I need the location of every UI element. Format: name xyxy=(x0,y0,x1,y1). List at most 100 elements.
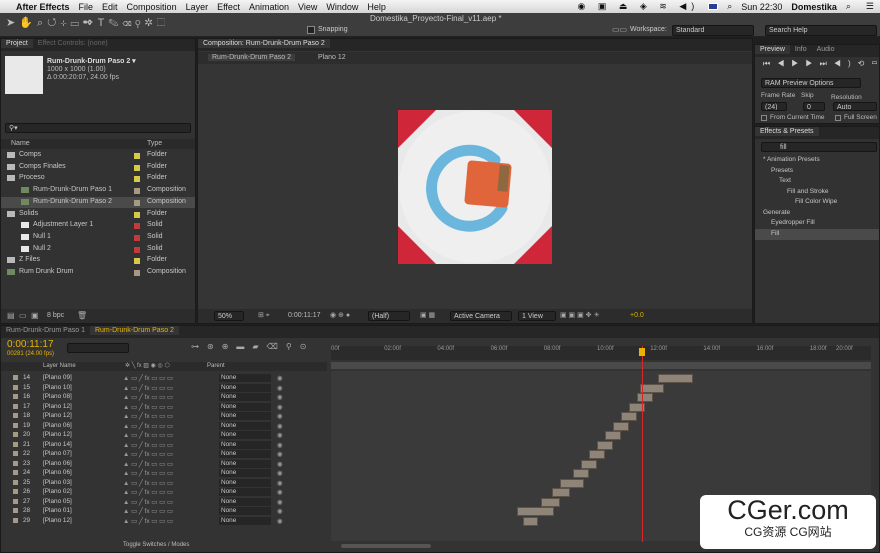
playhead-marker-icon[interactable] xyxy=(639,348,646,356)
layer-duration-bar[interactable] xyxy=(581,459,597,469)
layer-switches[interactable]: ▲ ▭ ╱ fx ▭ ▭ ▭ xyxy=(123,422,173,430)
visibility-eye-icon[interactable]: ◉ xyxy=(277,422,283,430)
layer-name[interactable]: [Plano 01] xyxy=(43,507,72,514)
visibility-eye-icon[interactable]: ◉ xyxy=(277,488,283,496)
timeline-zoom-slider[interactable] xyxy=(341,544,431,548)
views-select[interactable]: 1 View xyxy=(518,311,556,321)
visibility-eye-icon[interactable]: ◉ xyxy=(277,374,283,382)
label-color-swatch[interactable] xyxy=(134,199,140,206)
layer-switches[interactable]: ▲ ▭ ╱ fx ▭ ▭ ▭ xyxy=(123,517,173,525)
layer-switches[interactable]: ▲ ▭ ╱ fx ▭ ▭ ▭ xyxy=(123,507,173,515)
list-icon[interactable]: ☰ xyxy=(866,1,874,12)
label-color-swatch[interactable] xyxy=(134,188,140,195)
project-search-input[interactable]: ⚲▾ xyxy=(5,123,191,133)
comp-viewer[interactable] xyxy=(398,110,552,264)
tab-composition[interactable]: Composition: Rum-Drunk-Drum Paso 2 xyxy=(198,39,330,48)
layer-row[interactable]: 17 [Plano 12] ▲ ▭ ╱ fx ▭ ▭ ▭ None ◉ xyxy=(1,402,327,411)
layer-name[interactable]: [Plano 03] xyxy=(43,479,72,486)
layer-duration-bar[interactable] xyxy=(612,421,629,431)
layer-row[interactable]: 22 [Plano 07] ▲ ▭ ╱ fx ▭ ▭ ▭ None ◉ xyxy=(1,449,327,458)
layer-name[interactable]: [Plano 12] xyxy=(43,412,72,419)
layer-name[interactable]: [Plano 08] xyxy=(43,393,72,400)
view-icons[interactable]: ▣ ▣ ▣ ✥ ☀ xyxy=(560,311,600,319)
visibility-eye-icon[interactable]: ◉ xyxy=(277,384,283,392)
layer-duration-bar[interactable] xyxy=(573,469,590,478)
tab-audio[interactable]: Audio xyxy=(812,45,840,54)
camera-select[interactable]: Active Camera xyxy=(450,311,512,321)
layer-row[interactable]: 28 [Plano 01] ▲ ▭ ╱ fx ▭ ▭ ▭ None ◉ xyxy=(1,506,327,515)
crumb-plano[interactable]: Plano 12 xyxy=(318,54,346,61)
effects-search-input[interactable]: fill xyxy=(761,142,877,152)
layer-switches[interactable]: ▲ ▭ ╱ fx ▭ ▭ ▭ xyxy=(123,450,173,458)
ram-preview-options[interactable]: RAM Preview Options xyxy=(761,78,861,88)
layer-color-swatch[interactable] xyxy=(13,413,18,418)
new-comp-icon[interactable]: ▣ xyxy=(31,311,39,320)
parent-select[interactable]: None xyxy=(219,450,271,458)
tab-info[interactable]: Info xyxy=(790,45,812,54)
timeline-search-input[interactable] xyxy=(67,343,129,353)
layer-duration-bar[interactable] xyxy=(604,431,621,440)
project-item[interactable]: Rum-Drunk-Drum Paso 2 Composition xyxy=(1,196,195,209)
time-ruler[interactable]: 00f 02:00f 04:00f 06:00f 08:00f 10:00f 12:00f 1… xyxy=(331,346,871,360)
visibility-eye-icon[interactable]: ◉ xyxy=(277,393,283,401)
menu-edit[interactable]: Edit xyxy=(102,2,118,12)
layer-color-swatch[interactable] xyxy=(13,375,18,380)
visibility-eye-icon[interactable]: ◉ xyxy=(277,403,283,411)
layer-color-swatch[interactable] xyxy=(13,498,18,504)
label-color-swatch[interactable] xyxy=(134,153,140,159)
visibility-eye-icon[interactable]: ◉ xyxy=(277,517,283,525)
tab-project[interactable]: Project xyxy=(1,39,33,48)
workspace-icon[interactable]: ▭▭ xyxy=(612,25,627,34)
label-color-swatch[interactable] xyxy=(134,270,140,276)
layer-duration-bar[interactable] xyxy=(658,374,693,383)
col-layer-name[interactable]: Layer Name xyxy=(43,363,76,369)
tool-icons[interactable]: ➤✋⌕↺⊹▭✒T✎⌫⚲✲⬚ xyxy=(6,16,169,30)
resolution-select[interactable]: (Half) xyxy=(368,311,410,321)
layer-row[interactable]: 16 [Plano 08] ▲ ▭ ╱ fx ▭ ▭ ▭ None ◉ xyxy=(1,392,327,401)
project-item[interactable]: Rum-Drunk-Drum Paso 1 Composition xyxy=(1,185,195,197)
parent-select[interactable]: None xyxy=(219,469,271,477)
layer-name[interactable]: [Plano 07] xyxy=(43,450,72,457)
layer-name[interactable]: [Plano 10] xyxy=(43,384,72,391)
parent-select[interactable]: None xyxy=(219,402,271,411)
project-item[interactable]: Comps Finales Folder xyxy=(1,162,195,174)
layer-color-swatch[interactable] xyxy=(13,470,18,475)
layer-color-swatch[interactable] xyxy=(13,432,18,437)
project-item[interactable]: Z Files Folder xyxy=(1,255,195,267)
project-item[interactable]: Rum Drunk Drum Composition xyxy=(1,267,195,279)
layer-switches[interactable]: ▲ ▭ ╱ fx ▭ ▭ ▭ xyxy=(123,403,173,411)
region-icon[interactable]: ▣ ▦ xyxy=(420,311,435,319)
col-type[interactable]: Type xyxy=(147,140,162,147)
label-color-swatch[interactable] xyxy=(134,211,140,218)
layer-color-swatch[interactable] xyxy=(13,508,18,513)
zoom-select[interactable]: 50% xyxy=(214,311,244,321)
col-parent[interactable]: Parent xyxy=(207,363,225,369)
visibility-eye-icon[interactable]: ◉ xyxy=(277,412,283,420)
label-color-swatch[interactable] xyxy=(134,223,140,230)
parent-select[interactable]: None xyxy=(219,459,271,468)
project-item[interactable]: Proceso Folder xyxy=(1,173,195,185)
status-icons[interactable]: ◉ ▣ ⏏ ◈ ≋ ◀) xyxy=(578,1,700,12)
trash-icon[interactable]: 🗑 xyxy=(77,311,87,320)
layer-color-swatch[interactable] xyxy=(13,460,18,466)
menu-file[interactable]: File xyxy=(79,2,94,12)
label-color-swatch[interactable] xyxy=(134,258,140,265)
layer-duration-bar[interactable] xyxy=(517,507,555,516)
layer-color-swatch[interactable] xyxy=(13,422,18,428)
label-color-swatch[interactable] xyxy=(134,164,140,171)
current-time[interactable]: 0:00:11:17 xyxy=(7,339,54,350)
layer-switches[interactable]: ▲ ▭ ╱ fx ▭ ▭ ▭ xyxy=(123,488,173,496)
clock[interactable]: Sun 22:30 xyxy=(741,2,782,12)
user-name[interactable]: Domestika xyxy=(791,2,837,12)
layer-color-swatch[interactable] xyxy=(13,394,18,399)
layer-switches[interactable]: ▲ ▭ ╱ fx ▭ ▭ ▭ xyxy=(123,393,173,401)
menu-effect[interactable]: Effect xyxy=(217,2,240,12)
grid-icon[interactable]: ⊞ ⌖ xyxy=(258,311,270,320)
playhead[interactable] xyxy=(642,346,644,542)
layer-duration-bar[interactable] xyxy=(589,450,605,459)
layer-name[interactable]: [Plano 14] xyxy=(43,441,72,448)
label-color-swatch[interactable] xyxy=(134,176,140,183)
layer-switches[interactable]: ▲ ▭ ╱ fx ▭ ▭ ▭ xyxy=(123,479,173,487)
layer-duration-bar[interactable] xyxy=(597,440,613,450)
col-name[interactable]: Name xyxy=(11,140,30,147)
